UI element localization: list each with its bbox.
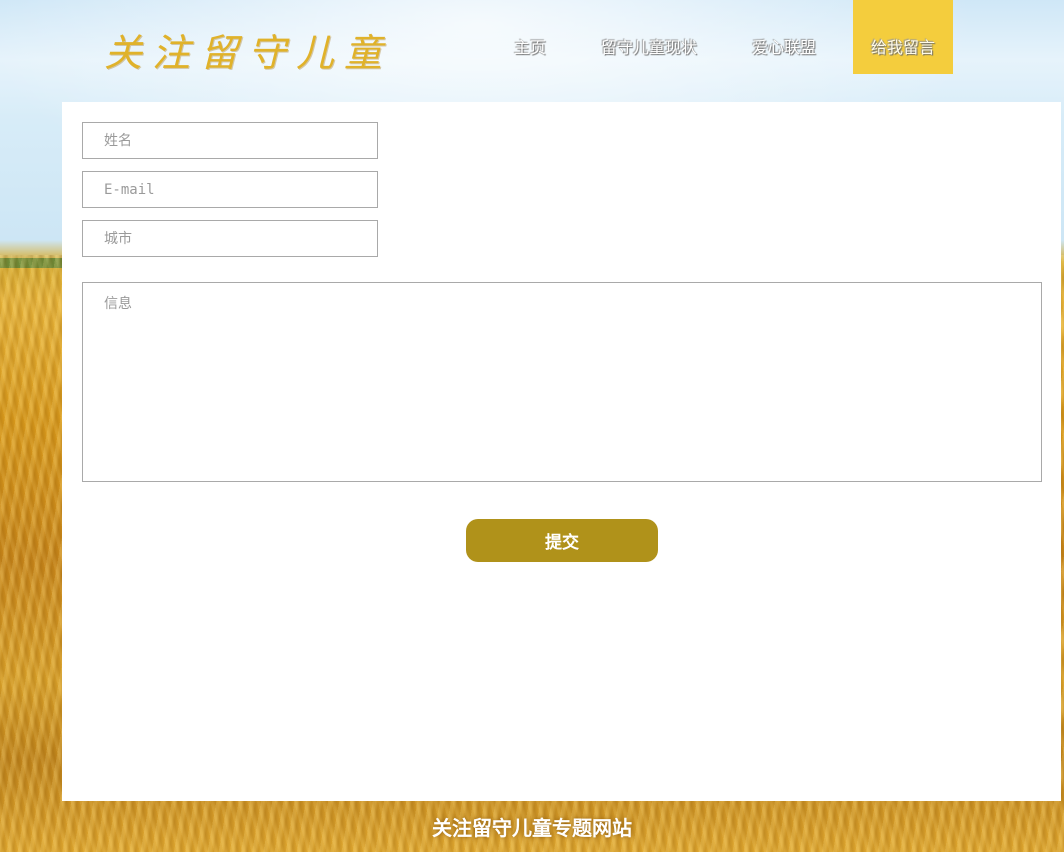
footer-title: 关注留守儿童专题网站 — [432, 816, 632, 840]
city-field[interactable] — [82, 220, 378, 257]
horizon-strip — [0, 258, 70, 268]
nav-item-alliance[interactable]: 爱心联盟 — [734, 0, 834, 74]
nav-item-message[interactable]: 给我留言 — [853, 0, 954, 74]
message-textarea[interactable] — [82, 282, 1042, 482]
name-field[interactable] — [82, 122, 378, 159]
main-nav: 主页 留守儿童现状 爱心联盟 给我留言 — [496, 0, 954, 74]
site-logo[interactable]: 关注留守儿童 — [104, 22, 392, 77]
email-field[interactable] — [82, 171, 378, 208]
message-form-panel: 提交 — [62, 102, 1061, 801]
nav-item-status[interactable]: 留守儿童现状 — [583, 0, 715, 74]
submit-button[interactable]: 提交 — [466, 519, 658, 562]
nav-item-home[interactable]: 主页 — [496, 0, 564, 74]
